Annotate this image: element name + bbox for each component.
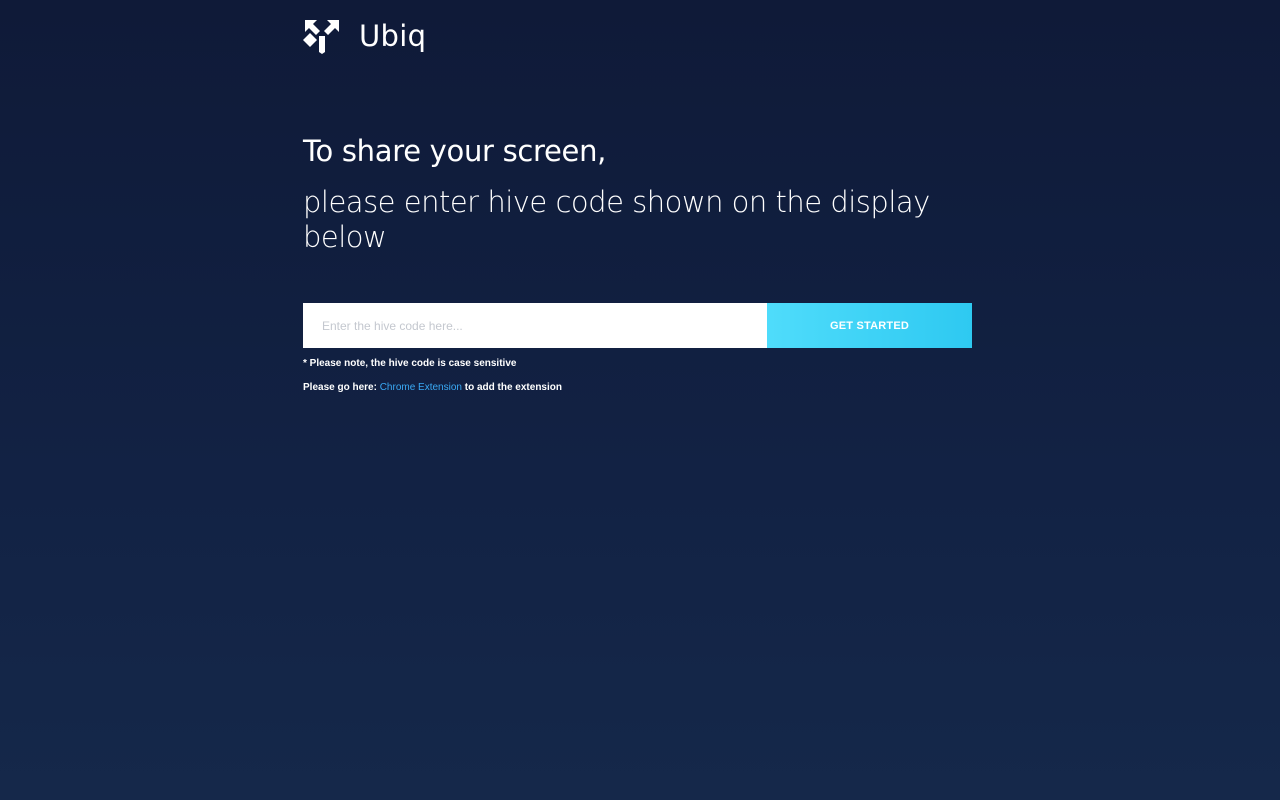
extension-prefix-text: Please go here: (303, 382, 377, 393)
extension-instructions: Please go here: Chrome Extension to add … (303, 382, 562, 393)
page-subtitle: please enter hive code shown on the disp… (303, 185, 930, 254)
share-screen-page: Ubiq To share your screen, please enter … (303, 0, 983, 800)
hive-code-form: GET STARTED (303, 303, 972, 348)
page-title: To share your screen, (303, 134, 607, 168)
extension-suffix-text: to add the extension (464, 382, 562, 393)
get-started-button[interactable]: GET STARTED (767, 303, 972, 348)
case-sensitive-note: * Please note, the hive code is case sen… (303, 358, 517, 369)
chrome-extension-link[interactable]: Chrome Extension (380, 382, 462, 393)
diverging-arrows-icon (303, 20, 339, 54)
brand-name: Ubiq (359, 19, 427, 53)
brand-logo[interactable]: Ubiq (303, 16, 426, 56)
hive-code-input[interactable] (303, 303, 767, 348)
